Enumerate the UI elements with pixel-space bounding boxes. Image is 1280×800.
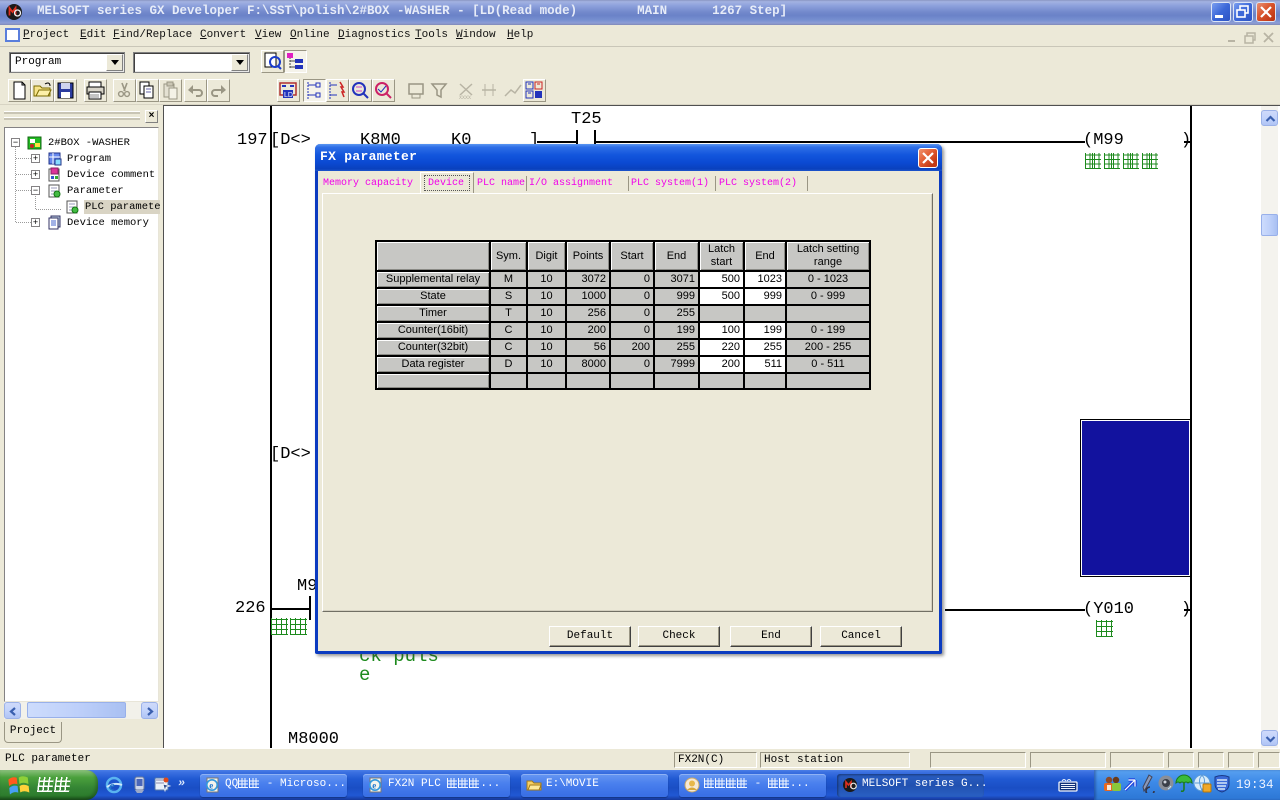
svg-text:xxxx: xxxx [459, 95, 471, 101]
svg-text:e: e [109, 778, 115, 793]
svg-text:LD: LD [284, 92, 293, 99]
svg-text:e: e [372, 781, 376, 791]
svg-text:e: e [209, 781, 213, 791]
